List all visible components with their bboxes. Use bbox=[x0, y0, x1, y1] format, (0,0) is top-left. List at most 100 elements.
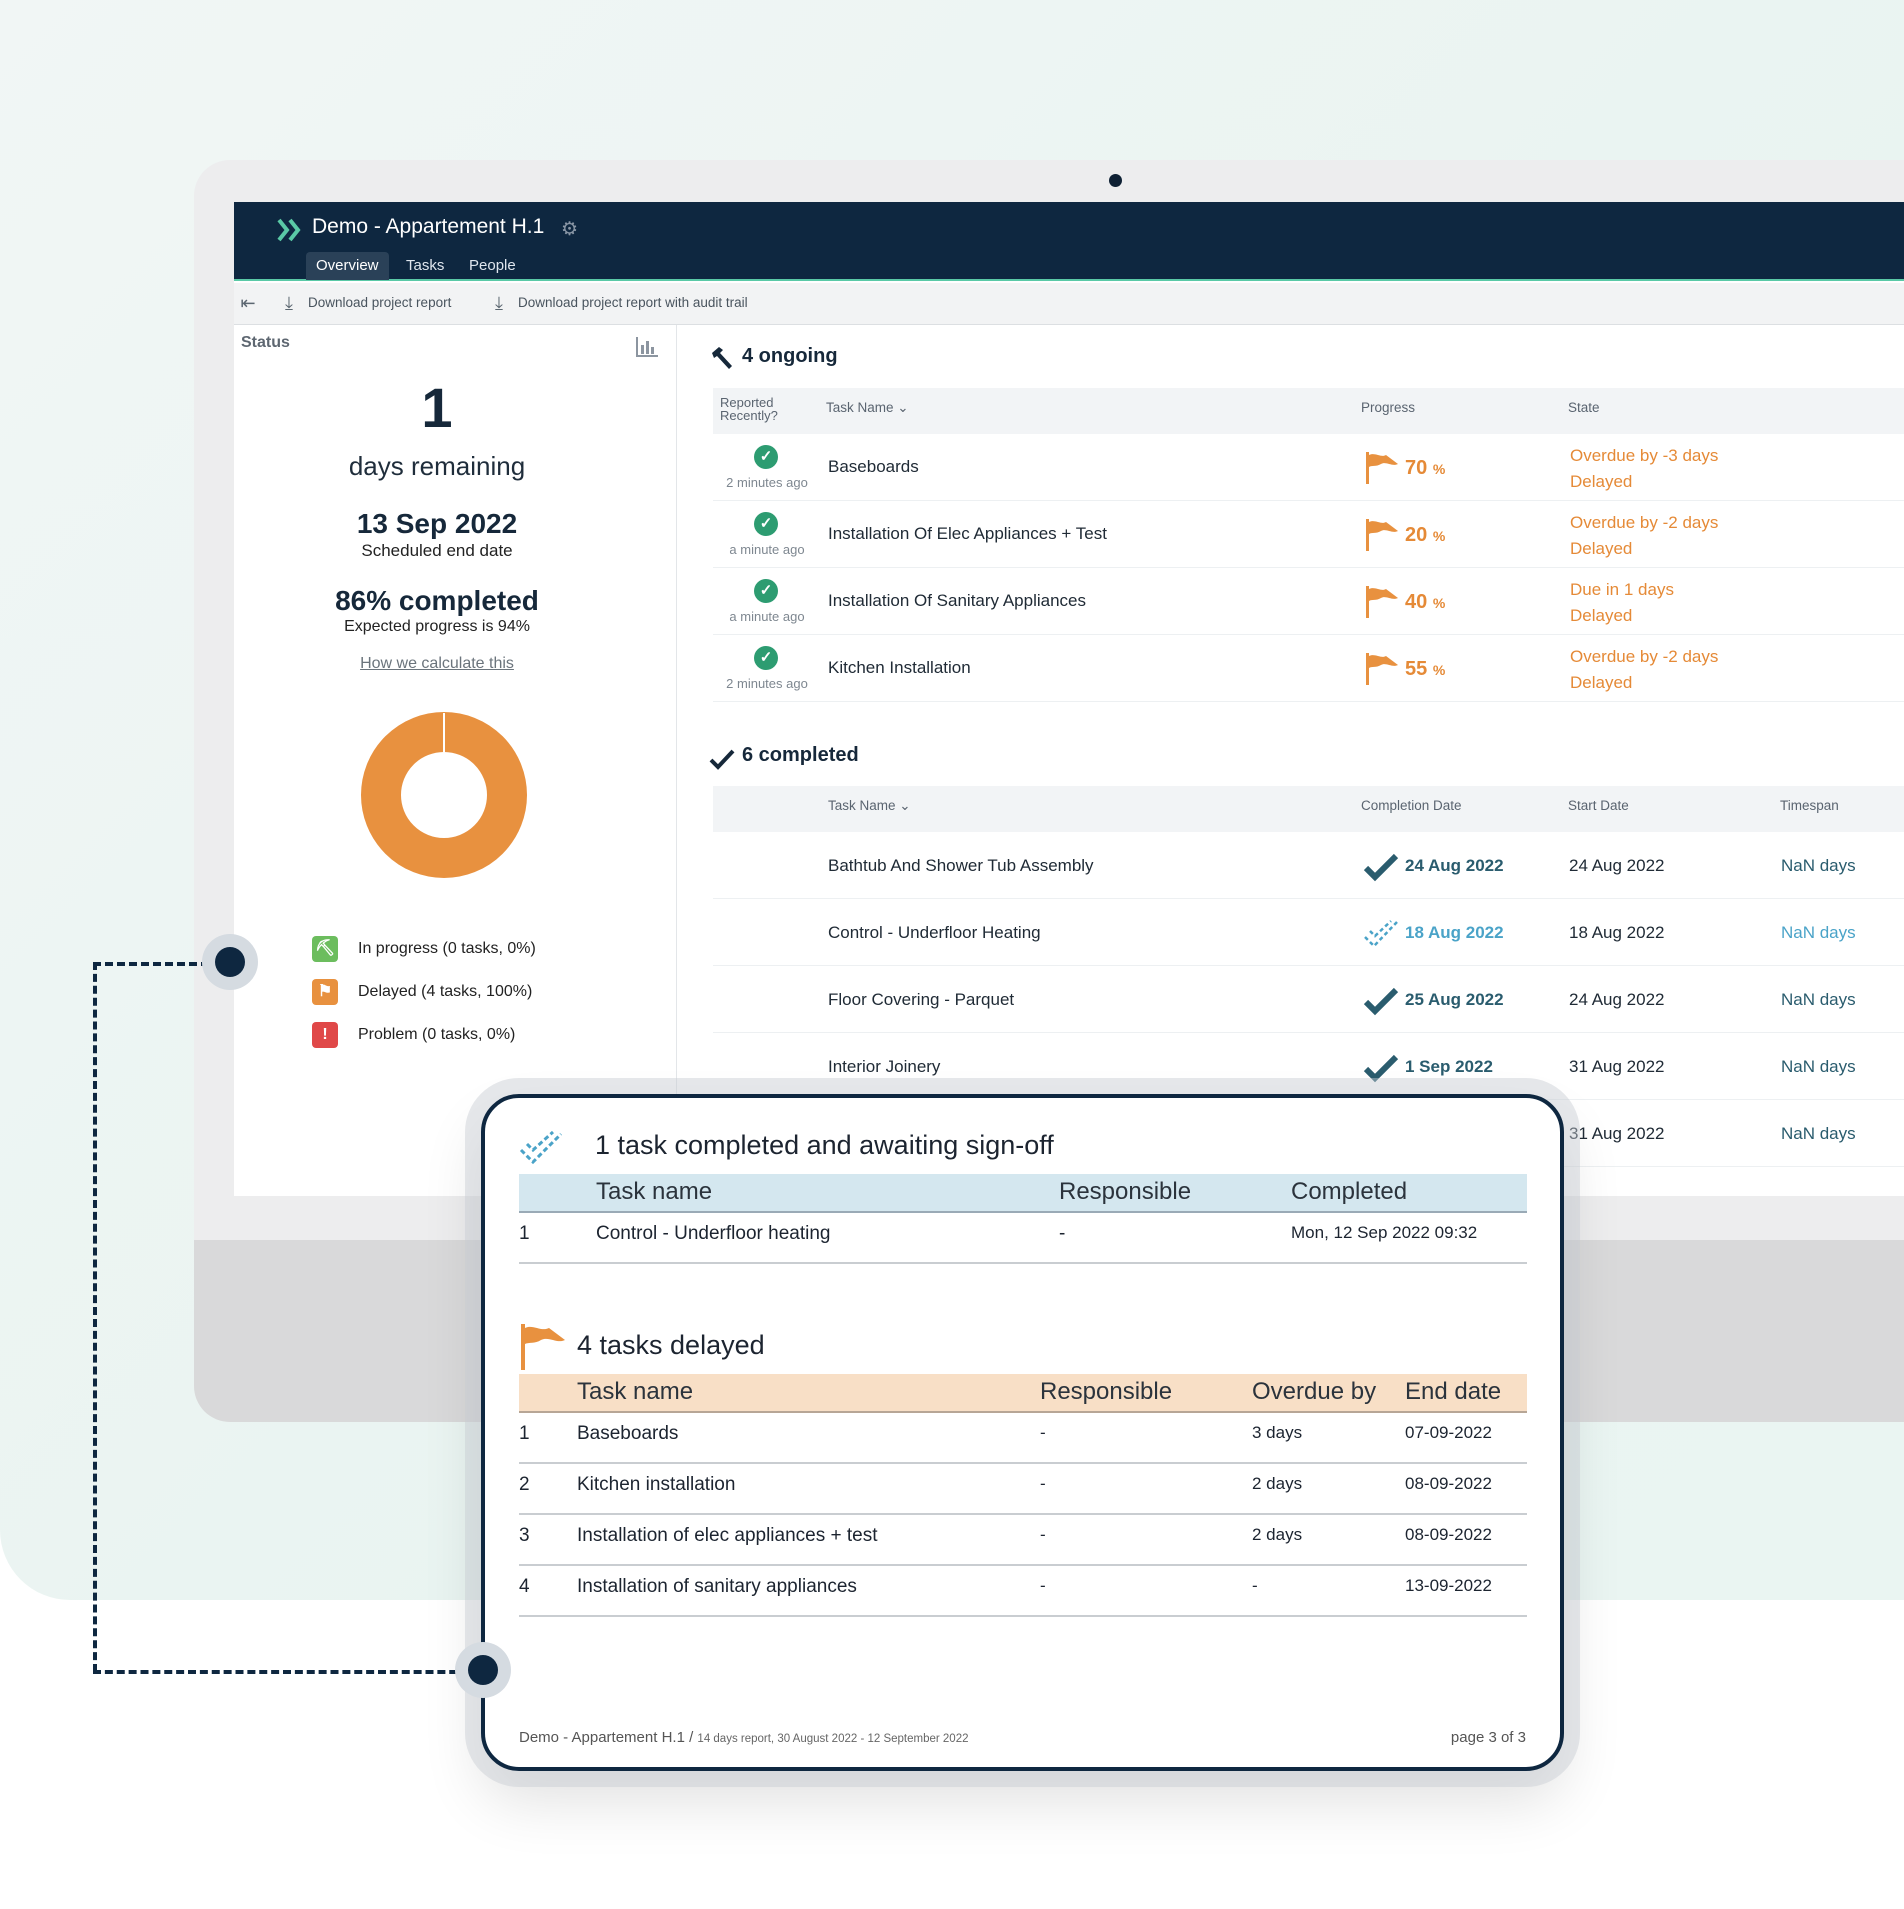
check-circle-icon: ✓ bbox=[754, 646, 778, 670]
start-date: 24 Aug 2022 bbox=[1569, 856, 1665, 875]
flag-icon bbox=[1366, 653, 1398, 685]
status-panel: Status 1 days remaining 13 Sep 2022 Sche… bbox=[234, 325, 677, 1196]
row-number: 1 bbox=[519, 1223, 530, 1244]
app-screen: Demo - Appartement H.1 ⚙ Overview Tasks … bbox=[234, 202, 1904, 1196]
status-donut-chart bbox=[361, 712, 527, 878]
bar-chart-icon[interactable] bbox=[635, 335, 659, 357]
connector-line bbox=[93, 962, 97, 1672]
page-number: page 3 of 3 bbox=[1450, 1729, 1526, 1746]
task-name[interactable]: Floor Covering - Parquet bbox=[828, 990, 1014, 1010]
how-we-calculate-link[interactable]: How we calculate this bbox=[234, 655, 640, 673]
table-row[interactable]: ✓ 2 minutes ago Baseboards 70 % Overdue by -… bbox=[713, 434, 1904, 501]
flag-icon bbox=[1366, 452, 1398, 484]
task-name[interactable]: Kitchen Installation bbox=[828, 658, 971, 678]
signoff-title: 1 task completed and awaiting sign-off bbox=[595, 1130, 1054, 1160]
delayed-title: 4 tasks delayed bbox=[577, 1330, 765, 1360]
app-logo-icon[interactable] bbox=[276, 215, 306, 245]
completed-percent: 86% completed bbox=[335, 585, 539, 616]
reported-ago: a minute ago bbox=[729, 609, 805, 624]
table-row[interactable]: ✓ a minute ago Installation Of Sanitary Ap… bbox=[713, 568, 1904, 635]
column-state[interactable]: State bbox=[1568, 400, 1600, 415]
legend-in-progress: ⛏ In progress (0 tasks, 0%) bbox=[312, 936, 612, 966]
download-icon[interactable]: ⤓ bbox=[278, 292, 300, 314]
tab-tasks[interactable]: Tasks bbox=[396, 252, 454, 280]
column-task-name[interactable]: Task Name ⌄ bbox=[828, 798, 911, 814]
state-status: Delayed bbox=[1570, 606, 1633, 625]
flag-icon bbox=[1366, 519, 1398, 551]
column-overdue-by: Overdue by bbox=[1252, 1378, 1377, 1405]
project-title: Demo - Appartement H.1 bbox=[312, 215, 545, 238]
expected-progress: Expected progress is 94% bbox=[344, 618, 530, 635]
collapse-sidebar-icon[interactable]: ⇤ bbox=[237, 292, 259, 314]
progress-number: 55 bbox=[1405, 658, 1428, 680]
timespan: NaN days bbox=[1781, 990, 1856, 1009]
overdue-by: 3 days bbox=[1252, 1423, 1303, 1442]
table-row[interactable]: Interior Joinery 1 Sep 2022 31 Aug 2022 NaN… bbox=[713, 1033, 1904, 1100]
end-date: 07-09-2022 bbox=[1405, 1423, 1492, 1442]
check-circle-icon: ✓ bbox=[754, 579, 778, 603]
task-name[interactable]: Bathtub And Shower Tub Assembly bbox=[828, 856, 1094, 876]
state-due: Overdue by -2 days bbox=[1570, 513, 1719, 532]
tab-overview[interactable]: Overview bbox=[306, 252, 389, 280]
check-icon bbox=[1363, 853, 1399, 882]
progress-value: 40 % bbox=[1405, 591, 1446, 613]
table-row: 4 Installation of sanitary appliances - - 13… bbox=[519, 1566, 1527, 1617]
column-timespan[interactable]: Timespan bbox=[1780, 798, 1839, 813]
responsible: - bbox=[1040, 1576, 1046, 1595]
task-name[interactable]: Installation Of Sanitary Appliances bbox=[828, 591, 1086, 611]
connector-knob bbox=[202, 934, 258, 990]
reported-ago: 2 minutes ago bbox=[726, 475, 808, 490]
legend-label: In progress (0 tasks, 0%) bbox=[358, 940, 536, 957]
table-row[interactable]: Control - Underfloor Heating 18 Aug 2022 1… bbox=[713, 899, 1904, 966]
legend-delayed: ⚑ Delayed (4 tasks, 100%) bbox=[312, 979, 612, 1009]
download-audit-button[interactable]: Download project report with audit trail bbox=[518, 295, 748, 310]
task-name[interactable]: Baseboards bbox=[828, 457, 919, 477]
dashed-check-icon bbox=[519, 1130, 563, 1165]
completed-heading: 6 completed bbox=[742, 744, 859, 766]
table-row: 2 Kitchen installation - 2 days 08-09-2022 bbox=[519, 1464, 1527, 1515]
completion-date: 1 Sep 2022 bbox=[1405, 1057, 1493, 1076]
column-task-name[interactable]: Task Name ⌄ bbox=[826, 400, 909, 416]
responsible: - bbox=[1040, 1525, 1046, 1544]
column-end-date: End date bbox=[1405, 1378, 1502, 1405]
column-start-date[interactable]: Start Date bbox=[1568, 798, 1629, 813]
signoff-table-header: Task name Responsible Completed bbox=[519, 1174, 1527, 1213]
worker-icon: ⛏ bbox=[312, 936, 338, 962]
column-task-label: Task Name bbox=[826, 400, 894, 415]
tab-people[interactable]: People bbox=[459, 252, 526, 280]
overdue-by: 2 days bbox=[1252, 1525, 1303, 1544]
state-status: Delayed bbox=[1570, 673, 1633, 692]
top-bar: Demo - Appartement H.1 ⚙ Overview Tasks … bbox=[234, 202, 1904, 281]
check-circle-icon: ✓ bbox=[754, 512, 778, 536]
table-row[interactable]: ✓ 2 minutes ago Kitchen Installation 55 % Ov… bbox=[713, 635, 1904, 702]
download-icon[interactable]: ⤓ bbox=[488, 292, 510, 314]
column-progress[interactable]: Progress bbox=[1361, 400, 1415, 415]
timespan: NaN days bbox=[1781, 856, 1856, 875]
connector-knob bbox=[455, 1642, 511, 1698]
task-name: Installation of elec appliances + test bbox=[577, 1525, 878, 1546]
table-row[interactable]: Floor Covering - Parquet 25 Aug 2022 24 Au… bbox=[713, 966, 1904, 1033]
completed-table-header: Task Name ⌄ Completion Date Start Date T… bbox=[713, 786, 1904, 832]
column-task-name: Task name bbox=[596, 1178, 713, 1205]
gear-icon[interactable]: ⚙ bbox=[561, 218, 578, 241]
task-name[interactable]: Installation Of Elec Appliances + Test bbox=[828, 524, 1107, 544]
state-due: Overdue by -2 days bbox=[1570, 647, 1719, 666]
task-name: Baseboards bbox=[577, 1423, 679, 1444]
dashed-check-icon bbox=[1364, 920, 1398, 948]
check-circle-icon: ✓ bbox=[754, 445, 778, 469]
table-row: 1 Baseboards - 3 days 07-09-2022 bbox=[519, 1413, 1527, 1464]
task-name[interactable]: Interior Joinery bbox=[828, 1057, 940, 1077]
responsible: - bbox=[1040, 1474, 1046, 1493]
flag-icon bbox=[1366, 586, 1398, 618]
table-row[interactable]: Bathtub And Shower Tub Assembly 24 Aug 20… bbox=[713, 832, 1904, 899]
download-report-button[interactable]: Download project report bbox=[308, 295, 451, 310]
task-name[interactable]: Control - Underfloor Heating bbox=[828, 923, 1041, 943]
column-completion-date[interactable]: Completion Date bbox=[1361, 798, 1462, 813]
timespan: NaN days bbox=[1781, 1124, 1856, 1143]
days-remaining-label: days remaining bbox=[348, 451, 526, 481]
table-row[interactable]: ✓ a minute ago Installation Of Elec Applia… bbox=[713, 501, 1904, 568]
connector-line bbox=[93, 1670, 481, 1674]
state-due: Due in 1 days bbox=[1570, 580, 1674, 599]
hammer-icon bbox=[712, 347, 732, 369]
progress-number: 70 bbox=[1405, 457, 1428, 479]
